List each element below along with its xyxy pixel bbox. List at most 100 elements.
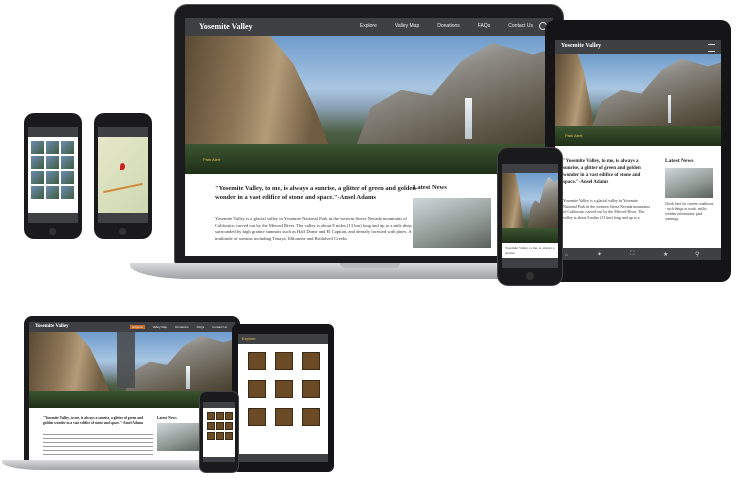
small-tablet-header: Explore [238,334,328,344]
home-button[interactable] [49,228,56,235]
hero-caption[interactable]: Park Alert [203,157,220,162]
phone-gallery-screen [28,127,78,223]
favorite-icon[interactable]: ★ [663,251,668,258]
explore-tile[interactable] [207,412,215,420]
map-marker-icon[interactable] [120,163,125,170]
dropdown-menu[interactable] [117,332,135,388]
site-body: Yosemite Valley is a glacial valley in Y… [215,216,413,241]
small-phone-screen [203,402,235,462]
explore-tile[interactable] [248,352,266,370]
site-navbar: Yosemite Valley Explore Valley Map Donat… [185,18,553,36]
phone-front-hero [502,173,558,243]
laptop-notch [340,263,400,268]
phone-front-footer [502,258,558,268]
tablet-screen: Yosemite Valley Park Alert "Yosemite Val… [555,40,721,260]
explore-tile[interactable] [275,380,293,398]
phone-gallery-header [28,127,78,137]
expand-icon[interactable]: ⛶ [630,251,634,258]
tablet-hero-image: Park Alert [555,54,721,146]
explore-tile[interactable] [275,408,293,426]
explore-tile[interactable] [302,380,320,398]
gallery-thumb[interactable] [31,141,44,154]
nav-links: Explore Valley Map Donations FAQs Contac… [360,23,533,29]
tablet-brand[interactable]: Yosemite Valley [561,43,601,49]
phone-front-screen: Yosemite Valley, to me, is always a sunr… [502,164,558,268]
phone-footer-bar [28,213,78,223]
tablet-news-text: Check here for current conditions - such… [665,202,714,221]
phone-map [94,113,152,239]
gallery-thumb[interactable] [46,186,59,199]
small-nav-valley-map[interactable]: Valley Map [153,325,168,329]
tablet-news-heading: Latest News [665,158,694,164]
explore-tile[interactable] [216,432,224,440]
phone-map-header [98,127,148,137]
explore-tile[interactable] [248,408,266,426]
gallery-thumb[interactable] [46,156,59,169]
small-tablet-footer [238,454,328,462]
explore-tile[interactable] [207,432,215,440]
gallery-thumb[interactable] [46,171,59,184]
explore-tile[interactable] [248,380,266,398]
explore-tile[interactable] [302,352,320,370]
small-brand[interactable]: Yosemite Valley [35,324,68,329]
map-road [103,182,143,194]
explore-tile[interactable] [207,422,215,430]
phone-footer-bar [98,213,148,223]
small-nav-contact-us[interactable]: Contact Us [212,325,227,329]
small-news-heading: Latest News [157,416,177,420]
explore-tile[interactable] [225,432,233,440]
gallery-thumb[interactable] [31,186,44,199]
tablet-news-image[interactable] [665,168,713,198]
gallery-thumb[interactable] [61,186,74,199]
small-tablet-title: Explore [242,336,256,341]
small-nav-links: Explore Valley Map Donations FAQs Contac… [130,325,227,329]
small-navbar: Yosemite Valley Explore Valley Map Donat… [29,322,235,332]
location-icon[interactable]: ⚲ [695,251,699,258]
gallery-thumb[interactable] [61,141,74,154]
small-quote: "Yosemite Valley, to me, is always a sun… [43,416,144,425]
news-image[interactable] [413,198,491,248]
site-brand[interactable]: Yosemite Valley [199,22,253,31]
small-phone-footer [203,457,235,462]
site-quote: "Yosemite Valley, to me, is always a sun… [215,185,416,201]
small-nav-faqs[interactable]: FAQs [197,325,205,329]
small-news-image[interactable] [157,423,201,451]
tablet-footer-bar: ⌂ ✦ ⛶ ★ ⚲ [555,248,721,260]
nav-contact-us[interactable]: Contact Us [508,23,533,29]
nav-explore[interactable]: Explore [360,23,377,29]
explore-tile[interactable] [275,352,293,370]
tablet-hero-caption[interactable]: Park Alert [565,133,582,138]
home-button[interactable] [119,228,126,235]
gallery-thumb[interactable] [31,156,44,169]
nav-faqs[interactable]: FAQs [478,23,491,29]
tablet-quote: "Yosemite Valley, to me, is always a sun… [563,159,641,185]
gallery-thumb[interactable] [61,156,74,169]
news-heading: Latest News [413,184,447,191]
explore-tile[interactable] [225,412,233,420]
gallery-thumb[interactable] [46,141,59,154]
gallery-thumb[interactable] [31,171,44,184]
valley-map[interactable] [98,137,148,213]
phone-front: Yosemite Valley, to me, is always a sunr… [498,148,562,285]
nav-valley-map[interactable]: Valley Map [395,23,419,29]
phone-front-caption: Yosemite Valley, to me, is always a sunr… [505,246,555,255]
nav-donations[interactable]: Donations [437,23,460,29]
explore-tile[interactable] [216,412,224,420]
small-phone-header [203,402,235,408]
star-icon[interactable]: ✦ [597,251,602,258]
tablet-body: Yosemite Valley is a glacial valley in Y… [563,198,650,220]
explore-tile[interactable] [216,422,224,430]
home-icon[interactable]: ⌂ [565,252,568,258]
menu-icon[interactable] [708,44,715,52]
home-button[interactable] [526,272,534,280]
small-nav-donations[interactable]: Donations [175,325,189,329]
small-body [43,434,153,456]
small-tablet-screen: Explore [238,334,328,462]
phone-gallery [24,113,82,239]
small-nav-explore[interactable]: Explore [130,325,145,329]
explore-tile[interactable] [302,408,320,426]
gallery-thumb[interactable] [61,171,74,184]
explore-tile[interactable] [225,422,233,430]
tablet-navbar: Yosemite Valley [555,40,721,54]
phone-map-screen [98,127,148,223]
